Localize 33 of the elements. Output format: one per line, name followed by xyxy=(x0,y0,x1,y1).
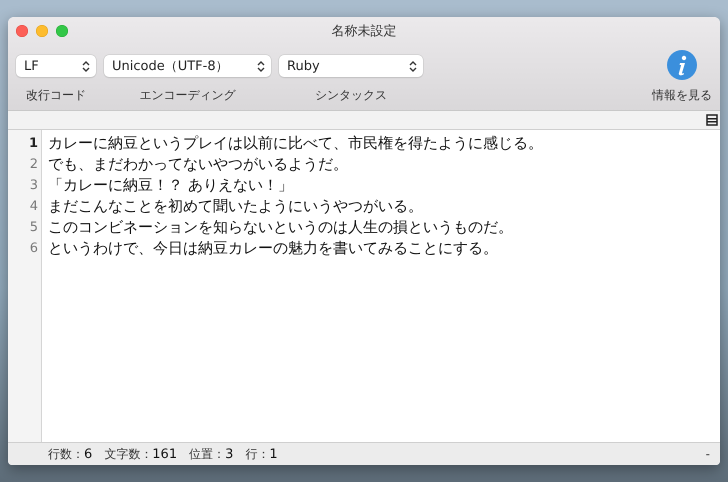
popup-label: 改行コード xyxy=(26,87,86,104)
popup-button[interactable]: LF xyxy=(16,55,96,77)
status-item: 文字数：161 xyxy=(104,446,178,462)
status-item: 位置：3 xyxy=(189,446,234,462)
status-item: 行数：6 xyxy=(48,446,92,462)
info-label[interactable]: 情報を見る xyxy=(652,87,712,104)
close-button[interactable] xyxy=(16,25,28,37)
window-title: 名称未設定 xyxy=(332,24,396,39)
stepper-icon xyxy=(409,60,417,72)
text-line: カレーに納豆というプレイは以前に比べて、市民権を得たように感じる。 xyxy=(48,134,543,152)
popup-button[interactable]: Ruby xyxy=(279,55,423,77)
zoom-button[interactable] xyxy=(56,25,68,37)
popup-label: エンコーディング xyxy=(140,87,236,104)
text-line: でも、まだわかってないやつがいるようだ。 xyxy=(48,155,348,173)
text-line: というわけで、今日は納豆カレーの魅力を書いてみることにする。 xyxy=(48,239,498,257)
minimize-button[interactable] xyxy=(36,25,48,37)
line-number: 1 xyxy=(28,135,39,153)
popup-button[interactable]: Unicode（UTF-8） xyxy=(104,55,271,77)
stepper-icon xyxy=(257,60,265,72)
status-text: - xyxy=(706,447,710,461)
stepper-icon xyxy=(82,60,90,72)
text-line: まだこんなことを初めて聞いたようにいうやつがいる。 xyxy=(48,197,423,215)
status-item: 行：1 xyxy=(245,446,278,462)
popup-label: シンタックス xyxy=(315,87,387,104)
info-icon[interactable] xyxy=(667,50,697,80)
line-number: 5 xyxy=(28,219,39,237)
text-line: 「カレーに納豆！？ ありえない！」 xyxy=(48,176,293,194)
panel-icon[interactable] xyxy=(706,114,718,126)
line-number: 6 xyxy=(28,240,39,258)
line-number: 2 xyxy=(28,156,39,174)
text-line: このコンビネーションを知らないというのは人生の損というものだ。 xyxy=(48,218,513,236)
line-number: 3 xyxy=(28,177,39,195)
line-number: 4 xyxy=(28,198,39,216)
